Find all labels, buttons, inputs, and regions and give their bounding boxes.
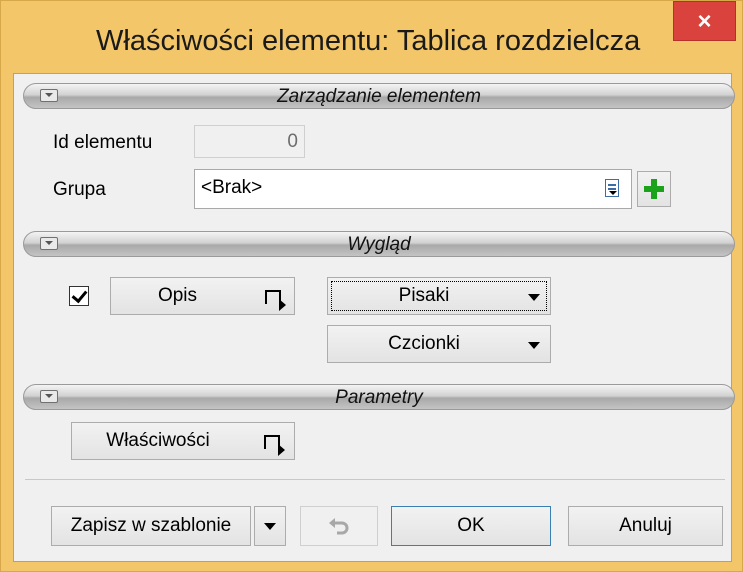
fonts-dropdown-label: Czcionki <box>388 333 460 354</box>
id-field: 0 <box>194 125 305 158</box>
save-template-dropdown[interactable] <box>254 506 286 546</box>
close-button[interactable]: × <box>673 1 736 41</box>
id-label: Id elementu <box>53 132 153 153</box>
popout-icon <box>265 290 286 311</box>
undo-icon <box>328 517 349 535</box>
section-management-title: Zarządzanie elementem <box>277 86 481 107</box>
properties-button-label: Właściwości <box>106 430 210 451</box>
cancel-button[interactable]: Anuluj <box>568 506 723 546</box>
save-template-button[interactable]: Zapisz w szablonie <box>51 506 251 546</box>
undo-button <box>300 506 378 546</box>
ok-label: OK <box>457 515 485 536</box>
group-field[interactable]: <Brak> <box>194 169 632 209</box>
save-template-label: Zapisz w szablonie <box>70 515 232 536</box>
section-management-header[interactable]: Zarządzanie elementem <box>23 83 735 109</box>
document-icon[interactable] <box>605 179 619 197</box>
chevron-down-icon <box>528 342 540 349</box>
ok-button[interactable]: OK <box>391 506 551 546</box>
dialog-title-text: Właściwości elementu: Tablica rozdzielcz… <box>96 25 641 57</box>
dialog-frame: Właściwości elementu: Tablica rozdzielcz… <box>0 0 743 572</box>
section-parameters-title: Parametry <box>335 387 423 408</box>
section-appearance-title: Wygląd <box>347 234 411 255</box>
pens-dropdown-label: Pisaki <box>398 285 450 306</box>
fonts-dropdown[interactable]: Czcionki <box>327 325 551 363</box>
description-checkbox[interactable] <box>69 286 89 306</box>
cancel-label: Anuluj <box>619 515 672 536</box>
add-group-button[interactable] <box>637 171 671 207</box>
group-value: <Brak> <box>201 177 263 198</box>
group-label: Grupa <box>53 179 106 200</box>
description-button-label: Opis <box>157 285 198 306</box>
chevron-down-icon <box>264 523 276 530</box>
description-button[interactable]: Opis <box>110 277 295 315</box>
popout-icon <box>264 435 285 456</box>
pens-dropdown[interactable]: Pisaki <box>327 277 551 315</box>
footer-separator <box>25 479 725 480</box>
chevron-down-icon <box>528 294 540 301</box>
properties-button[interactable]: Właściwości <box>71 422 295 460</box>
plus-icon <box>644 179 664 199</box>
section-appearance-header[interactable]: Wygląd <box>23 231 735 257</box>
section-parameters-header[interactable]: Parametry <box>23 384 735 410</box>
dialog-title: Właściwości elementu: Tablica rozdzielcz… <box>1 11 742 61</box>
